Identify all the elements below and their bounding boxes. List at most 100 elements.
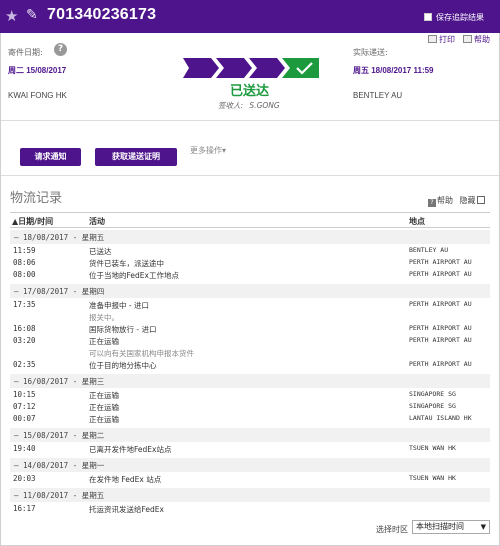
event-time: 10:15: [13, 390, 36, 399]
event-location: TSUEN WAN HK: [409, 444, 456, 452]
date-group-header[interactable]: — 14/08/2017 - 星期一: [10, 458, 490, 472]
history-row: 16:17 托运资讯发送给FedEx: [10, 504, 490, 516]
event-location: BENTLEY AU: [409, 246, 449, 254]
history-row: 10:15 正在运输 SINGAPORE SG: [10, 390, 490, 402]
destination-location: BENTLEY AU: [353, 91, 403, 100]
date-group-label: — 11/08/2017 - 星期五: [14, 491, 105, 500]
date-group-label: — 15/08/2017 - 星期二: [14, 431, 105, 440]
history-row: 07:12 正在运输 SINGAPORE SG: [10, 402, 490, 414]
collapse-icon[interactable]: [476, 196, 485, 204]
history-row: 03:20 正在运输 PERTH AIRPORT AU 可以向有关国家机构申报本货件: [10, 336, 490, 360]
ship-date: 周二 15/08/2017: [8, 66, 67, 75]
history-row: 16:08 国际货物放行 - 进口 PERTH AIRPORT AU: [10, 324, 490, 336]
event-activity: 位于目的地分拣中心: [89, 361, 157, 370]
event-time: 07:12: [13, 402, 36, 411]
history-controls: ? 帮助 隐藏: [428, 195, 485, 207]
event-time: 20:03: [13, 474, 36, 483]
more-actions-link[interactable]: 更多操作▾: [190, 145, 226, 156]
event-activity: 国际货物放行 - 进口: [89, 325, 157, 334]
event-activity: 在发件地 FedEx 站点: [89, 475, 162, 484]
date-group-header[interactable]: — 16/08/2017 - 星期三: [10, 374, 490, 388]
history-hide-link[interactable]: 隐藏: [460, 196, 476, 205]
save-results-label[interactable]: 保存追踪结果: [436, 12, 484, 23]
event-activity: 正在运输: [89, 337, 119, 346]
progress-step-4: [282, 58, 319, 78]
event-time: 17:35: [13, 300, 36, 309]
date-group-header[interactable]: — 15/08/2017 - 星期二: [10, 428, 490, 442]
event-activity: 货件已装车，派送途中: [89, 259, 164, 268]
help-icon[interactable]: ?: [428, 199, 436, 207]
request-notify-button[interactable]: 请求通知: [20, 148, 81, 166]
column-activity: 活动: [89, 217, 105, 226]
event-location: PERTH AIRPORT AU: [409, 336, 472, 344]
date-group-header[interactable]: — 17/08/2017 - 星期四: [10, 284, 490, 298]
column-datetime[interactable]: ▲日期/时间: [12, 216, 53, 227]
more-actions-label: 更多操作: [190, 146, 222, 155]
progress-step-1: [183, 58, 219, 78]
print-label: 打印: [439, 35, 455, 44]
progress-step-3: [249, 58, 285, 78]
delivered-date: 周五 18/08/2017 11:59: [353, 66, 434, 75]
event-location: PERTH AIRPORT AU: [409, 270, 472, 278]
shipment-progress-bar: [183, 58, 319, 78]
date-group-label: — 17/08/2017 - 星期四: [14, 287, 105, 296]
dropdown-caret-icon: ▼: [480, 523, 486, 531]
question-icon[interactable]: ?: [54, 43, 67, 56]
event-activity: 正在运输: [89, 391, 119, 400]
help-link[interactable]: 帮助: [463, 34, 490, 45]
history-row: 20:03 在发件地 FedEx 站点 TSUEN WAN HK: [10, 474, 490, 486]
ship-date-label: 寄件日期:: [8, 48, 43, 57]
event-location: SINGAPORE SG: [409, 390, 456, 398]
divider: [1, 175, 499, 176]
date-group-header[interactable]: — 18/08/2017 - 星期五: [10, 230, 490, 244]
event-activity: 位于当地的FedEx工作地点: [89, 271, 179, 280]
history-row: 17:35 准备申报中 - 进口 PERTH AIRPORT AU 报关中。: [10, 300, 490, 324]
dropdown-caret-icon: ▾: [222, 146, 227, 155]
progress-step-2: [216, 58, 252, 78]
event-location: PERTH AIRPORT AU: [409, 300, 472, 308]
event-time: 16:17: [13, 504, 36, 513]
event-location: TSUEN WAN HK: [409, 474, 456, 482]
history-row: 08:06 货件已装车，派送途中 PERTH AIRPORT AU: [10, 258, 490, 270]
date-group-label: — 14/08/2017 - 星期一: [14, 461, 105, 470]
save-results-checkbox[interactable]: [424, 13, 432, 21]
event-time: 02:35: [13, 360, 36, 369]
event-activity: 准备申报中 - 进口: [89, 301, 149, 310]
date-group-label: — 16/08/2017 - 星期三: [14, 377, 105, 386]
divider: [1, 120, 499, 121]
tracking-header-bar: ★ ✎ 701340236173 保存追踪结果: [0, 0, 500, 33]
column-location: 地点: [409, 217, 425, 226]
event-location: PERTH AIRPORT AU: [409, 360, 472, 368]
date-group-header[interactable]: — 11/08/2017 - 星期五: [10, 488, 490, 502]
tracking-number: 701340236173: [47, 6, 157, 23]
help-label: 帮助: [474, 35, 490, 44]
event-location: SINGAPORE SG: [409, 402, 456, 410]
event-location: PERTH AIRPORT AU: [409, 258, 472, 266]
signed-by-name: S.GONG: [249, 101, 280, 110]
event-time: 11:59: [13, 246, 36, 255]
signed-by-label: 签收人:: [218, 101, 244, 110]
history-row: 08:00 位于当地的FedEx工作地点 PERTH AIRPORT AU: [10, 270, 490, 282]
help-icon: [463, 35, 472, 43]
event-activity: 已离开发件地FedEx站点: [89, 445, 172, 454]
event-activity: 托运资讯发送给FedEx: [89, 505, 164, 514]
event-time: 03:20: [13, 336, 36, 345]
star-icon[interactable]: ★: [5, 7, 18, 25]
history-title: 物流记录: [10, 191, 63, 206]
history-row: 19:40 已离开发件地FedEx站点 TSUEN WAN HK: [10, 444, 490, 456]
signed-by: 签收人: S.GONG: [218, 100, 280, 111]
event-time: 00:07: [13, 414, 36, 423]
history-table-header: ▲日期/时间 活动 地点: [10, 212, 490, 228]
history-help-link[interactable]: 帮助: [437, 196, 453, 205]
print-link[interactable]: 打印: [428, 34, 455, 45]
pencil-icon[interactable]: ✎: [26, 7, 38, 23]
origin-location: KWAI FONG HK: [8, 91, 67, 100]
event-activity: 正在运输: [89, 403, 119, 412]
event-time: 08:00: [13, 270, 36, 279]
event-location: PERTH AIRPORT AU: [409, 324, 472, 332]
timezone-select[interactable]: 本地扫描时间 ▼: [412, 520, 490, 534]
timezone-selected-value: 本地扫描时间: [416, 522, 464, 531]
get-proof-button[interactable]: 获取递送证明: [95, 148, 177, 166]
event-time: 08:06: [13, 258, 36, 267]
history-row: 02:35 位于目的地分拣中心 PERTH AIRPORT AU: [10, 360, 490, 372]
